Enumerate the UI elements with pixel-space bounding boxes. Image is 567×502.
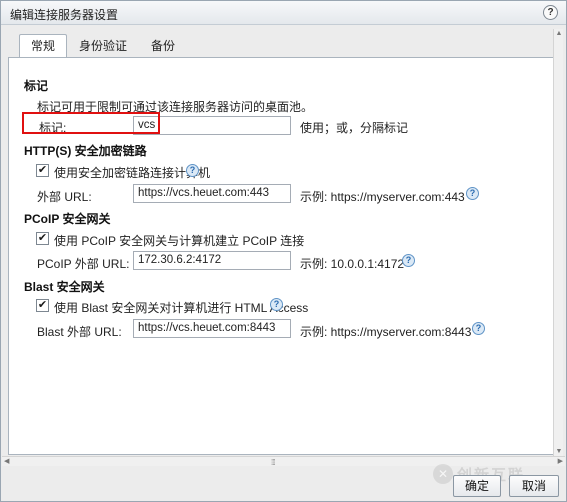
blast-url-label: Blast 外部 URL: <box>37 325 122 339</box>
tags-hint: 使用；或，分隔标记 <box>300 121 409 135</box>
blast-heading: Blast 安全网关 <box>24 280 105 294</box>
pcoip-url-help-icon[interactable]: ? <box>402 254 415 267</box>
tab-authentication[interactable]: 身份验证 <box>67 34 139 58</box>
scroll-up-icon[interactable]: ▲ <box>555 30 563 38</box>
blast-url-input[interactable]: https://vcs.heuet.com:8443 <box>133 319 291 338</box>
highlight-box <box>22 112 160 134</box>
blast-example: 示例: https://myserver.com:8443 <box>300 325 472 339</box>
scroll-left-icon[interactable]: ◀ <box>4 457 9 465</box>
pcoip-checkbox[interactable]: ✔ <box>36 232 49 245</box>
blast-url-help-icon[interactable]: ? <box>472 322 485 335</box>
ok-button[interactable]: 确定 <box>453 475 501 497</box>
pcoip-url-input[interactable]: 172.30.6.2:4172 <box>133 251 291 270</box>
blast-checkbox[interactable]: ✔ <box>36 299 49 312</box>
https-help-icon[interactable]: ? <box>186 164 199 177</box>
cancel-button[interactable]: 取消 <box>509 475 559 497</box>
dialog-window: 编辑连接服务器设置 ? 常规 身份验证 备份 标记 标记可用于限制可通过该连接服… <box>0 0 567 502</box>
pcoip-url-label: PCoIP 外部 URL: <box>37 257 130 271</box>
title-bar: 编辑连接服务器设置 ? <box>1 1 566 25</box>
scroll-down-icon[interactable]: ▼ <box>555 448 563 456</box>
vertical-scrollbar[interactable]: ▲ ▼ <box>553 29 563 457</box>
pcoip-heading: PCoIP 安全网关 <box>24 212 111 226</box>
https-checkbox[interactable]: ✔ <box>36 164 49 177</box>
help-button[interactable]: ? <box>543 5 558 20</box>
tab-general[interactable]: 常规 <box>19 34 68 59</box>
pcoip-checkbox-label: 使用 PCoIP 安全网关与计算机建立 PCoIP 连接 <box>54 234 305 248</box>
tags-heading: 标记 <box>24 79 49 93</box>
window-title: 编辑连接服务器设置 <box>10 8 119 22</box>
watermark-icon: ✕ <box>433 464 453 484</box>
https-heading: HTTP(S) 安全加密链路 <box>24 144 147 158</box>
pcoip-example: 示例: 10.0.0.1:4172 <box>300 257 405 271</box>
https-url-help-icon[interactable]: ? <box>466 187 479 200</box>
tab-bar: 常规 身份验证 备份 <box>19 34 187 59</box>
https-url-label: 外部 URL: <box>37 190 92 204</box>
https-url-input[interactable]: https://vcs.heuet.com:443 <box>133 184 291 203</box>
blast-help-icon[interactable]: ? <box>270 298 283 311</box>
scroll-grip-icon[interactable]: ⁞⁞⁞ <box>271 458 276 467</box>
https-example: 示例: https://myserver.com:443 <box>300 190 465 204</box>
tab-backup[interactable]: 备份 <box>139 34 187 58</box>
